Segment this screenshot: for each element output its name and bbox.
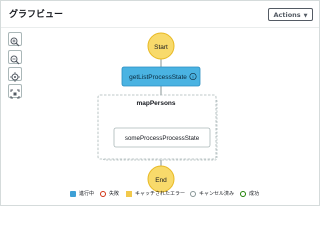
map-label: mapPersons	[136, 100, 175, 107]
succeeded-icon	[240, 190, 246, 197]
info-icon-glyph: i	[192, 75, 193, 81]
legend-item-caught-error: キャッチされたエラー	[126, 190, 185, 198]
legend-item-failed: 失敗	[100, 190, 119, 198]
legend-item-cancelled: キャンセル済み	[190, 190, 234, 198]
task-label: getListProcessState	[129, 74, 187, 81]
end-label: End	[155, 177, 167, 184]
status-legend: 進行中 失敗 キャッチされたエラー キャンセル済み 成功	[0, 190, 320, 202]
caught-error-icon	[126, 190, 132, 197]
state-machine-graph: Start getListProcessState i mapPersons s…	[97, 32, 218, 193]
legend-item-succeeded: 成功	[240, 190, 259, 198]
legend-item-in-progress: 進行中	[70, 190, 94, 198]
start-label: Start	[154, 44, 168, 51]
cancelled-icon	[190, 190, 196, 197]
failed-icon	[100, 190, 106, 197]
in-progress-icon	[70, 190, 76, 197]
inner-task-label: someProcessProcessState	[125, 135, 200, 142]
